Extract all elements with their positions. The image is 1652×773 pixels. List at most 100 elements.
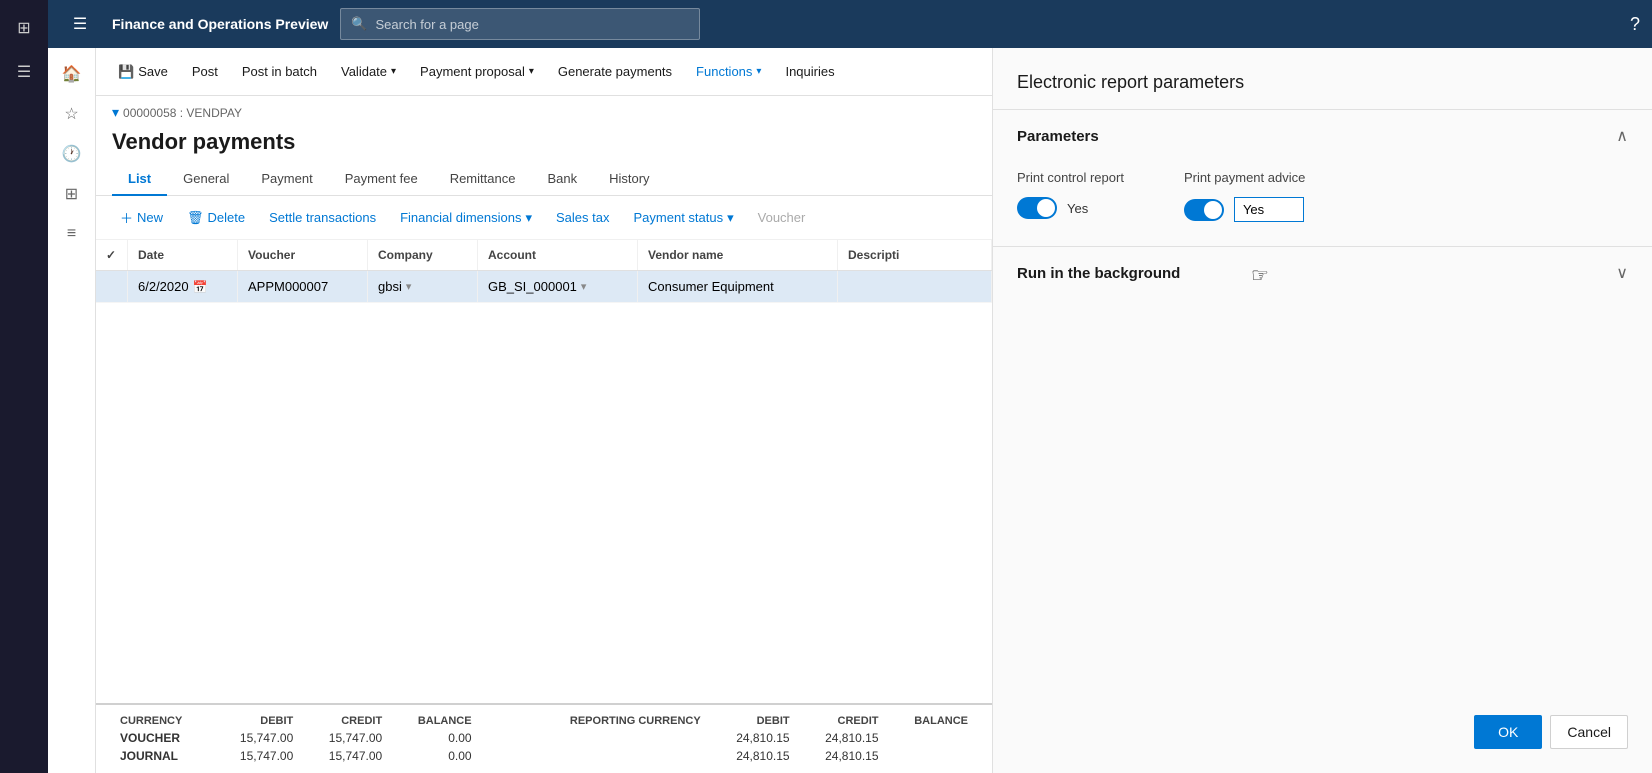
payment-proposal-button[interactable]: Payment proposal (410, 58, 544, 85)
delete-icon: 🗑 (187, 210, 204, 226)
print-control-report-toggle[interactable] (1017, 197, 1057, 219)
inquiries-button[interactable]: Inquiries (775, 58, 844, 85)
reporting-credit-header: CREDIT (798, 713, 887, 729)
voucher-debit: 15,747.00 (212, 729, 301, 747)
row-check[interactable] (96, 271, 128, 302)
journal-balance: 0.00 (390, 747, 479, 765)
reporting-debit-header: DEBIT (709, 713, 798, 729)
financial-dimensions-button[interactable]: Financial dimensions ▾ (392, 206, 540, 230)
tab-payment[interactable]: Payment (245, 163, 328, 196)
tabs: List General Payment Payment fee Remitta… (96, 163, 992, 196)
document-area: 💾 Save Post Post in batch Validate Payme… (96, 48, 992, 773)
plus-icon: ＋ (120, 208, 133, 227)
search-icon: 🔍 (351, 16, 367, 32)
apps-icon[interactable]: ⊞ (4, 8, 44, 48)
run-bg-expand-icon[interactable]: ∨ (1616, 263, 1628, 283)
summary-table: CURRENCY DEBIT CREDIT BALANCE REPORTING … (112, 713, 976, 765)
print-payment-advice-input[interactable] (1234, 197, 1304, 222)
journal-reporting-debit: 24,810.15 (709, 747, 798, 765)
tab-remittance[interactable]: Remittance (434, 163, 532, 196)
journal-credit: 15,747.00 (301, 747, 390, 765)
post-batch-button[interactable]: Post in batch (232, 58, 327, 85)
journal-reporting-balance (887, 747, 977, 765)
breadcrumb: ▾ 00000058 : VENDPAY (96, 96, 992, 125)
print-payment-advice-control (1184, 197, 1305, 222)
account-column-header: Account (478, 240, 638, 270)
search-placeholder: Search for a page (375, 17, 478, 32)
validate-button[interactable]: Validate (331, 58, 406, 85)
print-payment-advice-toggle[interactable] (1184, 199, 1224, 221)
voucher-label: VOUCHER (112, 729, 212, 747)
hamburger-top-icon[interactable]: ☰ (60, 4, 100, 44)
tab-history[interactable]: History (593, 163, 665, 196)
delete-button[interactable]: 🗑 Delete (179, 206, 253, 230)
generate-payments-button[interactable]: Generate payments (548, 58, 682, 85)
parameters-section: Parameters ∧ Print control report Yes (993, 109, 1652, 246)
functions-button[interactable]: Functions (686, 58, 771, 85)
sidebar-list-icon[interactable]: ≡ (54, 216, 90, 252)
currency-header: CURRENCY (112, 713, 212, 729)
calendar-icon[interactable]: 📅 (193, 280, 208, 294)
sidebar-history-icon[interactable]: 🕐 (54, 136, 90, 172)
grid-header: ✓ Date Voucher Company Account Vendor na… (96, 240, 992, 271)
app-title: Finance and Operations Preview (112, 16, 328, 32)
cancel-button[interactable]: Cancel (1550, 715, 1628, 749)
table-row[interactable]: 6/2/2020 📅 APPM000007 gbsi ▾ GB_SI_00000… (96, 271, 992, 303)
voucher-column-header: Voucher (238, 240, 368, 270)
reporting-balance-header: BALANCE (887, 713, 977, 729)
ok-button[interactable]: OK (1474, 715, 1542, 749)
sidebar-home-icon[interactable]: 🏠 (54, 56, 90, 92)
tab-list[interactable]: List (112, 163, 167, 196)
payment-status-button[interactable]: Payment status ▾ (626, 206, 742, 230)
toolbar: 💾 Save Post Post in batch Validate Payme… (96, 48, 992, 96)
sales-tax-button[interactable]: Sales tax (548, 206, 617, 229)
journal-label: JOURNAL (112, 747, 212, 765)
print-payment-advice-group: Print payment advice (1184, 170, 1305, 222)
voucher-balance: 0.00 (390, 729, 479, 747)
search-bar[interactable]: 🔍 Search for a page (340, 8, 700, 40)
tab-payment-fee[interactable]: Payment fee (329, 163, 434, 196)
chevron-down-icon2: ▾ (727, 210, 734, 226)
tab-general[interactable]: General (167, 163, 245, 196)
print-control-report-group: Print control report Yes (1017, 170, 1124, 222)
new-button[interactable]: ＋ New (112, 204, 171, 231)
tab-bank[interactable]: Bank (531, 163, 593, 196)
print-control-report-label: Print control report (1017, 170, 1124, 185)
top-header: ☰ Finance and Operations Preview 🔍 Searc… (48, 0, 1652, 48)
panel-title: Electronic report parameters (993, 48, 1652, 109)
right-panel: Electronic report parameters Parameters … (992, 48, 1652, 773)
save-button[interactable]: 💾 Save (108, 58, 178, 86)
credit-header: CREDIT (301, 713, 390, 729)
parameters-section-header[interactable]: Parameters ∧ (993, 110, 1652, 162)
help-icon[interactable]: ? (1630, 14, 1640, 35)
parameters-collapse-icon[interactable]: ∧ (1616, 126, 1628, 146)
data-grid: ✓ Date Voucher Company Account Vendor na… (96, 240, 992, 703)
sidebar: 🏠 ☆ 🕐 ⊞ ≡ (48, 48, 96, 773)
filter-icon: ▾ (112, 104, 119, 121)
journal-reporting-spacer (480, 747, 709, 765)
page-title: Vendor payments (96, 125, 992, 163)
voucher-reporting-spacer (480, 729, 709, 747)
voucher-reporting-balance (887, 729, 977, 747)
hamburger-icon[interactable]: ☰ (4, 52, 44, 92)
run-in-background-header[interactable]: Run in the background ∨ (993, 247, 1652, 299)
company-dropdown-icon[interactable]: ▾ (406, 280, 412, 293)
sidebar-star-icon[interactable]: ☆ (54, 96, 90, 132)
print-control-report-value: Yes (1067, 201, 1088, 216)
journal-debit: 15,747.00 (212, 747, 301, 765)
panel-footer: OK Cancel (1474, 715, 1628, 749)
action-bar: ＋ New 🗑 Delete Settle transactions Finan… (96, 196, 992, 240)
run-in-background-section: Run in the background ∨ (993, 246, 1652, 299)
row-date: 6/2/2020 📅 (128, 271, 238, 302)
settle-transactions-button[interactable]: Settle transactions (261, 206, 384, 229)
debit-header: DEBIT (212, 713, 301, 729)
row-voucher: APPM000007 (238, 271, 368, 302)
post-button[interactable]: Post (182, 58, 228, 85)
parameters-section-body: Print control report Yes Print payment a… (993, 162, 1652, 246)
page-content: 🏠 ☆ 🕐 ⊞ ≡ 💾 Save Post Post in batch (48, 48, 1652, 773)
sidebar-grid-icon[interactable]: ⊞ (54, 176, 90, 212)
run-in-background-title: Run in the background (1017, 265, 1180, 282)
print-payment-advice-label: Print payment advice (1184, 170, 1305, 185)
voucher-reporting-debit: 24,810.15 (709, 729, 798, 747)
account-dropdown-icon[interactable]: ▾ (581, 280, 587, 293)
